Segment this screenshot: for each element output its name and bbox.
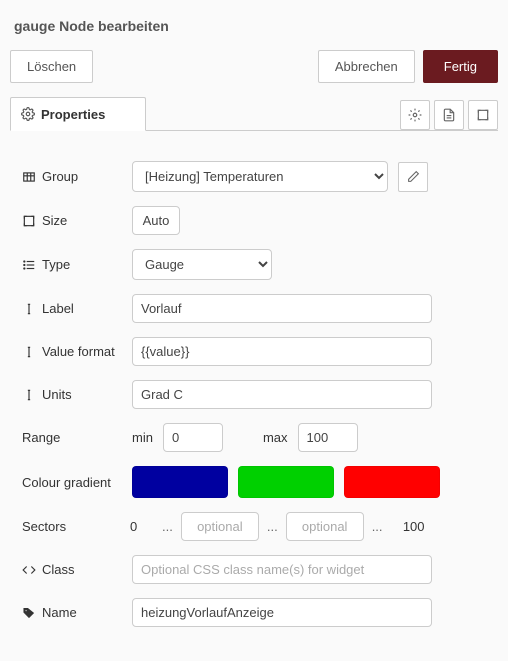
tab-properties[interactable]: Properties [10, 97, 146, 131]
colour-swatch-3[interactable] [344, 466, 440, 498]
edit-group-button[interactable] [398, 162, 428, 192]
group-select[interactable]: [Heizung] Temperaturen [132, 161, 388, 192]
type-label: Type [22, 257, 122, 272]
text-cursor-icon [22, 302, 36, 316]
code-icon [22, 563, 36, 577]
sector-opt-2-input[interactable] [286, 512, 364, 541]
gear-icon [408, 108, 422, 122]
name-input[interactable] [132, 598, 432, 627]
pencil-icon [407, 170, 420, 183]
range-label: Range [22, 430, 122, 445]
table-icon [22, 170, 36, 184]
file-icon [442, 108, 456, 122]
node-description-button[interactable] [434, 100, 464, 130]
range-min-label: min [132, 430, 153, 445]
sectors-low: 0 [130, 519, 154, 534]
tag-icon [22, 606, 36, 620]
label-label: Label [22, 301, 122, 316]
sectors-sep: ... [162, 519, 173, 534]
colour-swatch-2[interactable] [238, 466, 334, 498]
done-button[interactable]: Fertig [423, 50, 498, 83]
type-select[interactable]: Gauge [132, 249, 272, 280]
range-max-label: max [263, 430, 288, 445]
tab-properties-label: Properties [41, 107, 105, 122]
label-input[interactable] [132, 294, 432, 323]
size-label: Size [22, 213, 122, 228]
node-appearance-button[interactable] [468, 100, 498, 130]
group-label: Group [22, 169, 122, 184]
class-label: Class [22, 562, 122, 577]
expand-icon [476, 108, 490, 122]
delete-button[interactable]: Löschen [10, 50, 93, 83]
range-max-input[interactable] [298, 423, 358, 452]
dialog-title: gauge Node bearbeiten [10, 8, 498, 46]
text-cursor-icon [22, 345, 36, 359]
name-label: Name [22, 605, 122, 620]
units-label: Units [22, 387, 122, 402]
value-format-input[interactable] [132, 337, 432, 366]
node-settings-button[interactable] [400, 100, 430, 130]
cancel-button[interactable]: Abbrechen [318, 50, 415, 83]
sector-opt-1-input[interactable] [181, 512, 259, 541]
sectors-sep: ... [372, 519, 383, 534]
colour-swatch-1[interactable] [132, 466, 228, 498]
units-input[interactable] [132, 380, 432, 409]
sectors-sep: ... [267, 519, 278, 534]
size-input[interactable] [132, 206, 180, 235]
expand-icon [22, 214, 36, 228]
gear-icon [21, 107, 35, 121]
sectors-high: 100 [391, 519, 425, 534]
sectors-label: Sectors [22, 519, 122, 534]
colours-label: Colour gradient [22, 475, 122, 490]
value-format-label: Value format [22, 344, 122, 359]
text-cursor-icon [22, 388, 36, 402]
class-input[interactable] [132, 555, 432, 584]
list-icon [22, 258, 36, 272]
range-min-input[interactable] [163, 423, 223, 452]
